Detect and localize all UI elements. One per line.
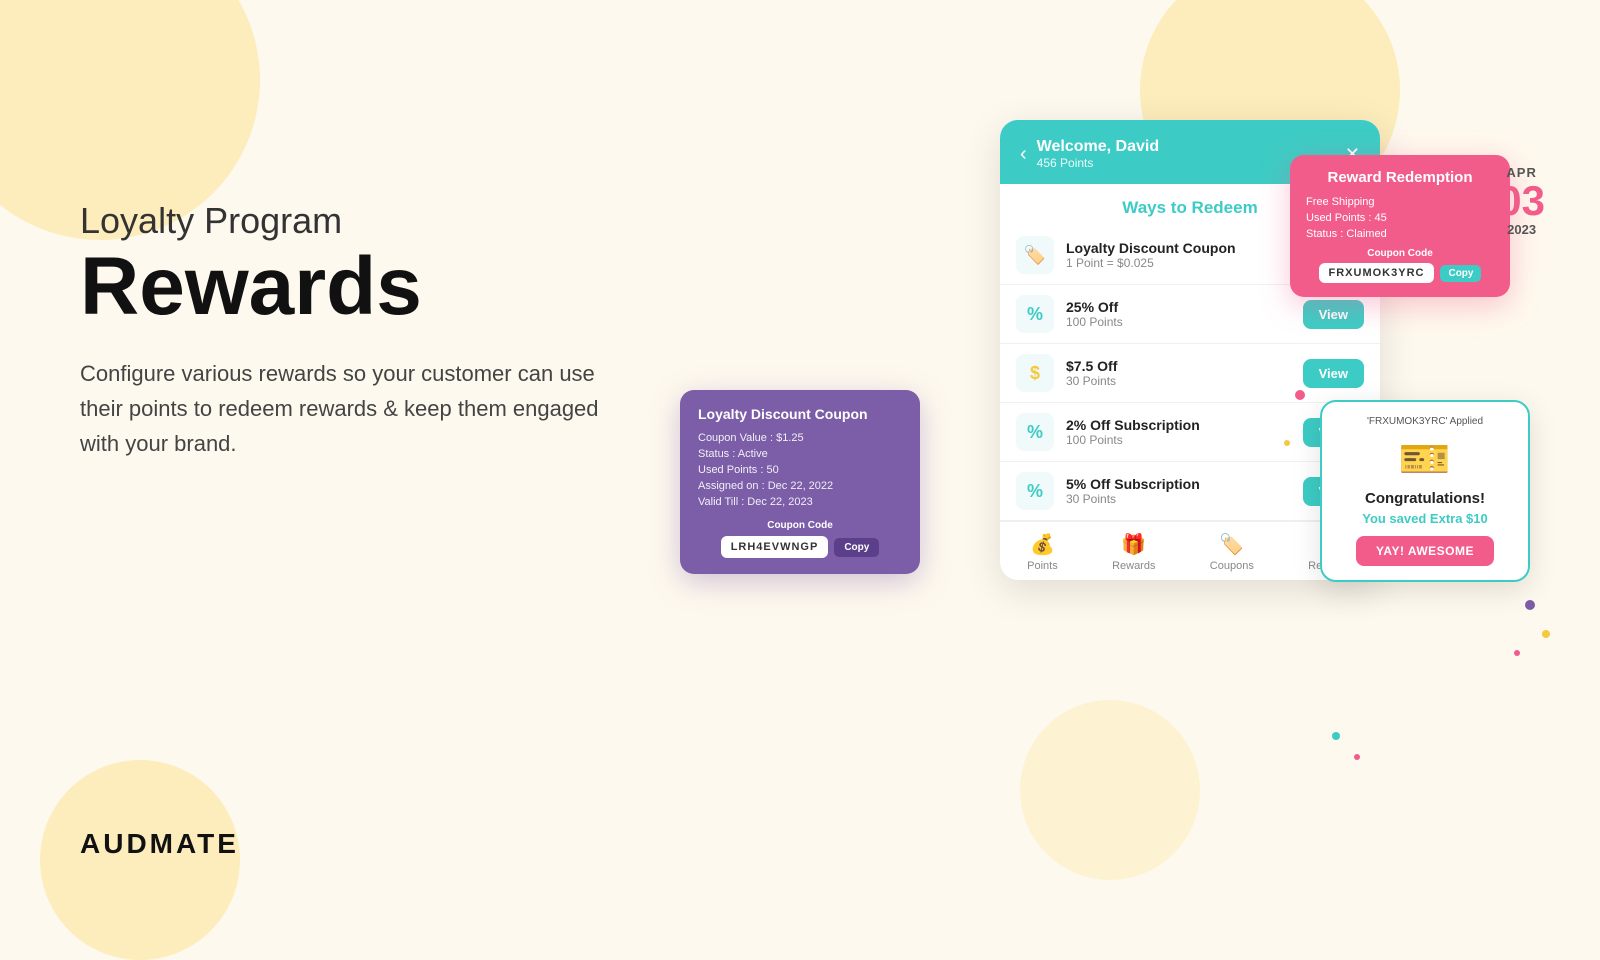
reward-info-5: 5% Off Subscription 30 Points [1066,476,1291,506]
copy-button-redemption[interactable]: Copy [1440,265,1481,282]
reward-points-3: 30 Points [1066,374,1291,388]
back-button[interactable]: ‹ [1020,143,1027,166]
hero-section: Loyalty Program Rewards Configure variou… [80,200,660,462]
brand-logo: AUDMATE [80,828,239,860]
coupon-card-code: LRH4EVWNGP [721,536,829,558]
reward-info-2: 25% Off 100 Points [1066,299,1291,329]
header-user-info: Welcome, David 456 Points [1037,138,1159,170]
coupon-card-section: Coupon Code LRH4EVWNGP Copy [698,520,902,558]
footer-points-label: Points [1027,560,1058,572]
confetti-dot-3 [1284,440,1290,446]
coupon-card-purple: Loyalty Discount Coupon Coupon Value : $… [680,390,920,574]
view-btn-2[interactable]: View [1303,300,1364,329]
reward-points-2: 100 Points [1066,315,1291,329]
reward-name-2: 25% Off [1066,299,1291,315]
reward-points-1: 1 Point = $0.025 [1066,256,1301,270]
reward-item-3: $ $7.5 Off 30 Points View [1000,344,1380,403]
hero-title: Rewards [80,246,660,328]
reward-icon-1: 🏷️ [1016,236,1054,274]
bg-decoration-3 [40,760,240,960]
reward-info-1: Loyalty Discount Coupon 1 Point = $0.025 [1066,240,1301,270]
date-badge: APR 03 2023 [1498,165,1545,237]
reward-info-4: 2% Off Subscription 100 Points [1066,417,1291,447]
hero-subtitle: Loyalty Program [80,200,660,242]
reward-name-3: $7.5 Off [1066,358,1291,374]
rewards-icon: 🎁 [1121,532,1146,557]
coupon-card-row-3: Used Points : 50 [698,464,902,476]
confetti-dot-6 [1514,650,1520,656]
confetti-dot-4 [1525,600,1535,610]
coupon-card-row-5: Valid Till : Dec 22, 2023 [698,496,902,508]
congrats-savings-amount: Extra $10 [1430,511,1488,526]
yay-button[interactable]: YAY! AWESOME [1356,536,1494,566]
congrats-applied: 'FRXUMOK3YRC' Applied [1338,416,1512,427]
redemption-title: Reward Redemption [1306,169,1494,186]
reward-icon-2: % [1016,295,1054,333]
confetti-dot-1 [1295,390,1305,400]
congrats-icon: 🎫 [1338,435,1512,484]
date-year: 2023 [1498,222,1545,237]
congrats-savings: You saved Extra $10 [1338,511,1512,526]
reward-name-4: 2% Off Subscription [1066,417,1291,433]
reward-name-5: 5% Off Subscription [1066,476,1291,492]
copy-button-coupon[interactable]: Copy [834,538,879,557]
reward-icon-5: % [1016,472,1054,510]
coupon-card-row-4: Assigned on : Dec 22, 2022 [698,480,902,492]
reward-points-5: 30 Points [1066,492,1291,506]
coupon-section: Coupon Code FRXUMOK3YRC Copy [1306,248,1494,283]
redemption-card: Reward Redemption Free Shipping Used Poi… [1290,155,1510,297]
confetti-dot-2 [1312,420,1320,428]
confetti-dot-8 [1354,754,1360,760]
coupon-code: FRXUMOK3YRC [1319,263,1435,283]
coupons-icon: 🏷️ [1219,532,1244,557]
coupon-card-row-1: Coupon Value : $1.25 [698,432,902,444]
date-day: 03 [1498,180,1545,222]
footer-coupons-label: Coupons [1210,560,1254,572]
congrats-savings-text: You saved [1362,511,1426,526]
footer-rewards[interactable]: 🎁 Rewards [1112,532,1155,572]
footer-coupons[interactable]: 🏷️ Coupons [1210,532,1254,572]
points-icon: 💰 [1030,532,1055,557]
coupon-code-row: FRXUMOK3YRC Copy [1306,263,1494,283]
confetti-dot-7 [1332,732,1340,740]
reward-icon-4: % [1016,413,1054,451]
reward-icon-3: $ [1016,354,1054,392]
coupon-card-label: Coupon Code [698,520,902,531]
header-points: 456 Points [1037,156,1159,170]
redemption-row-1: Free Shipping [1306,196,1494,208]
footer-points[interactable]: 💰 Points [1027,532,1058,572]
congrats-card: 'FRXUMOK3YRC' Applied 🎫 Congratulations!… [1320,400,1530,582]
congrats-title: Congratulations! [1338,490,1512,507]
app-header-left: ‹ Welcome, David 456 Points [1020,138,1159,170]
redemption-row-2: Used Points : 45 [1306,212,1494,224]
bg-decoration-4 [1020,700,1200,880]
coupon-card-row-2: Status : Active [698,448,902,460]
hero-description: Configure various rewards so your custom… [80,356,640,462]
header-welcome: Welcome, David [1037,138,1159,156]
confetti-dot-5 [1542,630,1550,638]
reward-info-3: $7.5 Off 30 Points [1066,358,1291,388]
redemption-row-3: Status : Claimed [1306,228,1494,240]
footer-rewards-label: Rewards [1112,560,1155,572]
reward-name-1: Loyalty Discount Coupon [1066,240,1301,256]
coupon-card-code-row: LRH4EVWNGP Copy [698,536,902,558]
view-btn-3[interactable]: View [1303,359,1364,388]
coupon-label: Coupon Code [1306,248,1494,259]
coupon-card-title: Loyalty Discount Coupon [698,406,902,422]
reward-points-4: 100 Points [1066,433,1291,447]
